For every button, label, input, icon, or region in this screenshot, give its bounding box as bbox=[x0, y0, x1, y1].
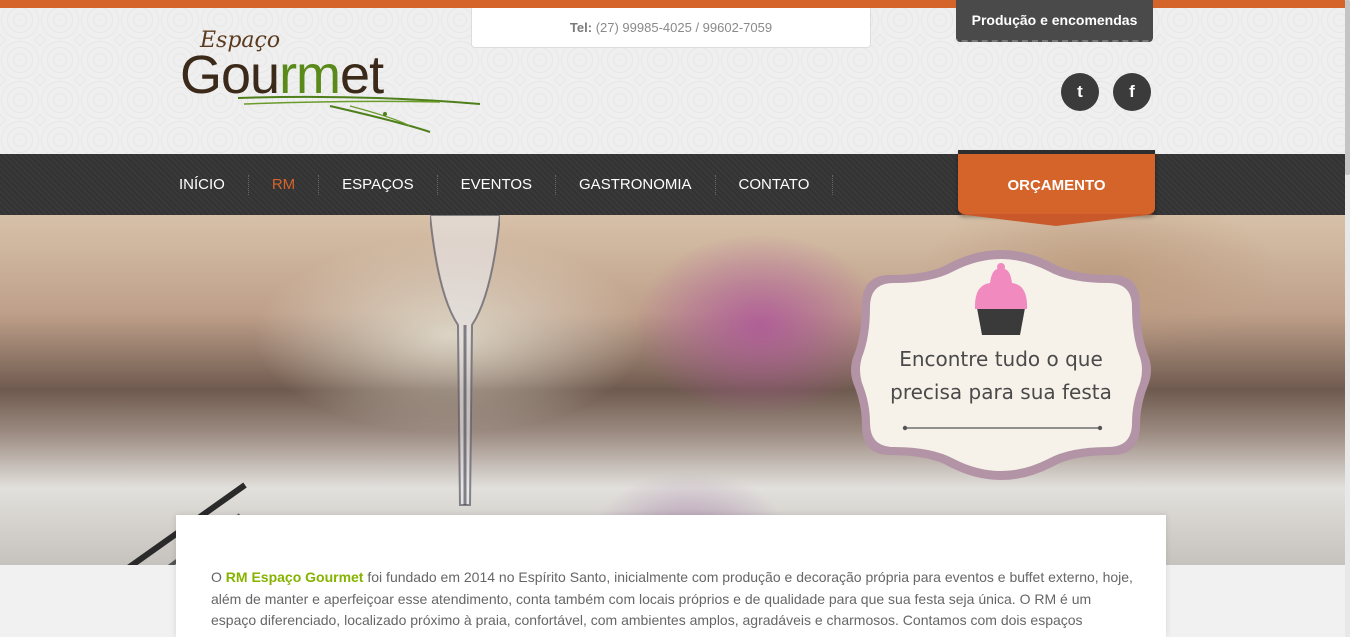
site-logo[interactable]: Espaço Gourmet bbox=[180, 26, 485, 136]
phone-numbers: (27) 99985-4025 / 99602-7059 bbox=[595, 20, 773, 35]
producao-encomendas-tab[interactable]: Produção e encomendas bbox=[956, 0, 1153, 42]
phone-label: Tel: bbox=[569, 20, 593, 35]
scrollbar-thumb[interactable] bbox=[1345, 0, 1350, 175]
nav-item-rm[interactable]: RM bbox=[249, 174, 320, 195]
twitter-icon[interactable]: t bbox=[1061, 73, 1099, 111]
about-panel: O RM Espaço Gourmet foi fundado em 2014 … bbox=[176, 515, 1166, 637]
promo-badge-line1: Encontre tudo o que bbox=[899, 347, 1103, 371]
logo-herb-swoosh-icon bbox=[237, 95, 481, 133]
orcamento-ribbon-tip bbox=[958, 214, 1155, 226]
phone-info: Tel: (27) 99985-4025 / 99602-7059 bbox=[471, 8, 871, 48]
brand-link[interactable]: RM Espaço Gourmet bbox=[226, 569, 364, 585]
orcamento-button[interactable]: ORÇAMENTO bbox=[958, 150, 1155, 214]
wine-glass-image bbox=[430, 215, 500, 506]
facebook-icon[interactable]: f bbox=[1113, 73, 1151, 111]
nav-item-contato[interactable]: CONTATO bbox=[716, 174, 834, 195]
about-prefix: O bbox=[211, 569, 222, 585]
nav-menu: INÍCIO RM ESPAÇOS EVENTOS GASTRONOMIA CO… bbox=[179, 154, 834, 215]
promo-badge-line2: precisa para sua festa bbox=[890, 380, 1112, 404]
nav-item-eventos[interactable]: EVENTOS bbox=[438, 174, 557, 195]
nav-item-inicio[interactable]: INÍCIO bbox=[179, 174, 249, 195]
nav-item-espacos[interactable]: ESPAÇOS bbox=[319, 174, 438, 195]
promo-badge-text: Encontre tudo o que precisa para sua fes… bbox=[850, 343, 1152, 409]
nav-item-gastronomia[interactable]: GASTRONOMIA bbox=[556, 174, 716, 195]
scrollbar-track[interactable] bbox=[1345, 0, 1350, 637]
about-paragraph: O RM Espaço Gourmet foi fundado em 2014 … bbox=[211, 567, 1136, 632]
